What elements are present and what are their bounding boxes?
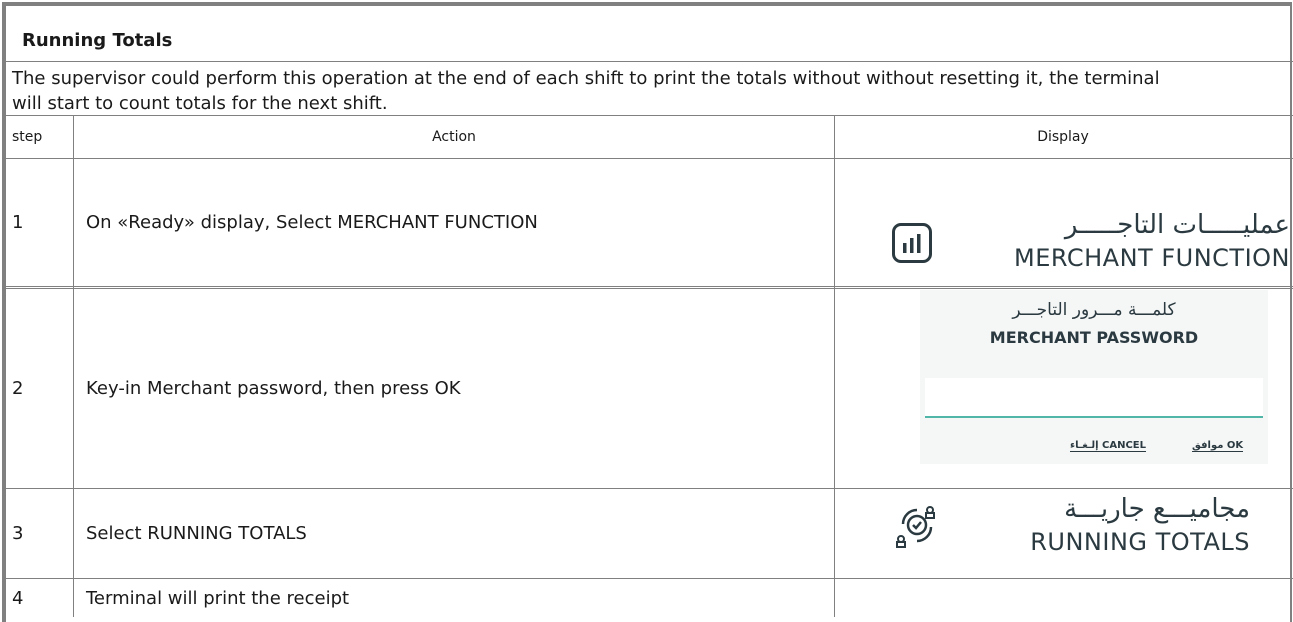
intro-row: The supervisor could perform this operat…	[6, 62, 1293, 116]
cancel-label: إلـغـاء CANCEL	[1070, 440, 1147, 452]
step-action: Select RUNNING TOTALS	[86, 522, 307, 544]
step-number: 2	[12, 377, 24, 399]
title-row: Running Totals	[6, 6, 1293, 62]
merchant-password-display: كلمـــة مـــرور التاجـــر MERCHANT PASSW…	[920, 290, 1268, 464]
header-step: step	[12, 129, 43, 145]
running-totals-icon	[893, 502, 939, 550]
ok-label: موافق OK	[1192, 440, 1244, 452]
display-english-label: RUNNING TOTALS	[1030, 528, 1250, 556]
bar-chart-icon	[892, 223, 932, 263]
step-action: On «Ready» display, Select MERCHANT FUNC…	[86, 211, 538, 233]
step-action: Key-in Merchant password, then press OK	[86, 377, 461, 399]
display-arabic-label: مجاميـــع جاريـــة	[1064, 494, 1250, 524]
display-english-label: MERCHANT PASSWORD	[989, 328, 1199, 347]
step-action: Terminal will print the receipt	[86, 587, 350, 609]
column-divider	[73, 116, 74, 617]
section-title: Running Totals	[22, 30, 173, 51]
step-number: 1	[12, 211, 24, 233]
display-arabic-label: عمليـــــات التاجـــــر	[1064, 210, 1290, 240]
column-divider	[834, 116, 835, 617]
password-field	[925, 378, 1263, 418]
document-page: Running Totals The supervisor could perf…	[0, 0, 1293, 622]
intro-text: The supervisor could perform this operat…	[12, 68, 1160, 114]
step-number: 3	[12, 522, 24, 544]
step-number: 4	[12, 587, 24, 609]
display-arabic-label: كلمـــة مـــرور التاجـــر	[1012, 300, 1176, 320]
header-display: Display	[1037, 129, 1089, 145]
header-action: Action	[432, 129, 476, 145]
display-english-label: MERCHANT FUNCTION	[1014, 244, 1290, 272]
row-divider	[6, 286, 1293, 287]
